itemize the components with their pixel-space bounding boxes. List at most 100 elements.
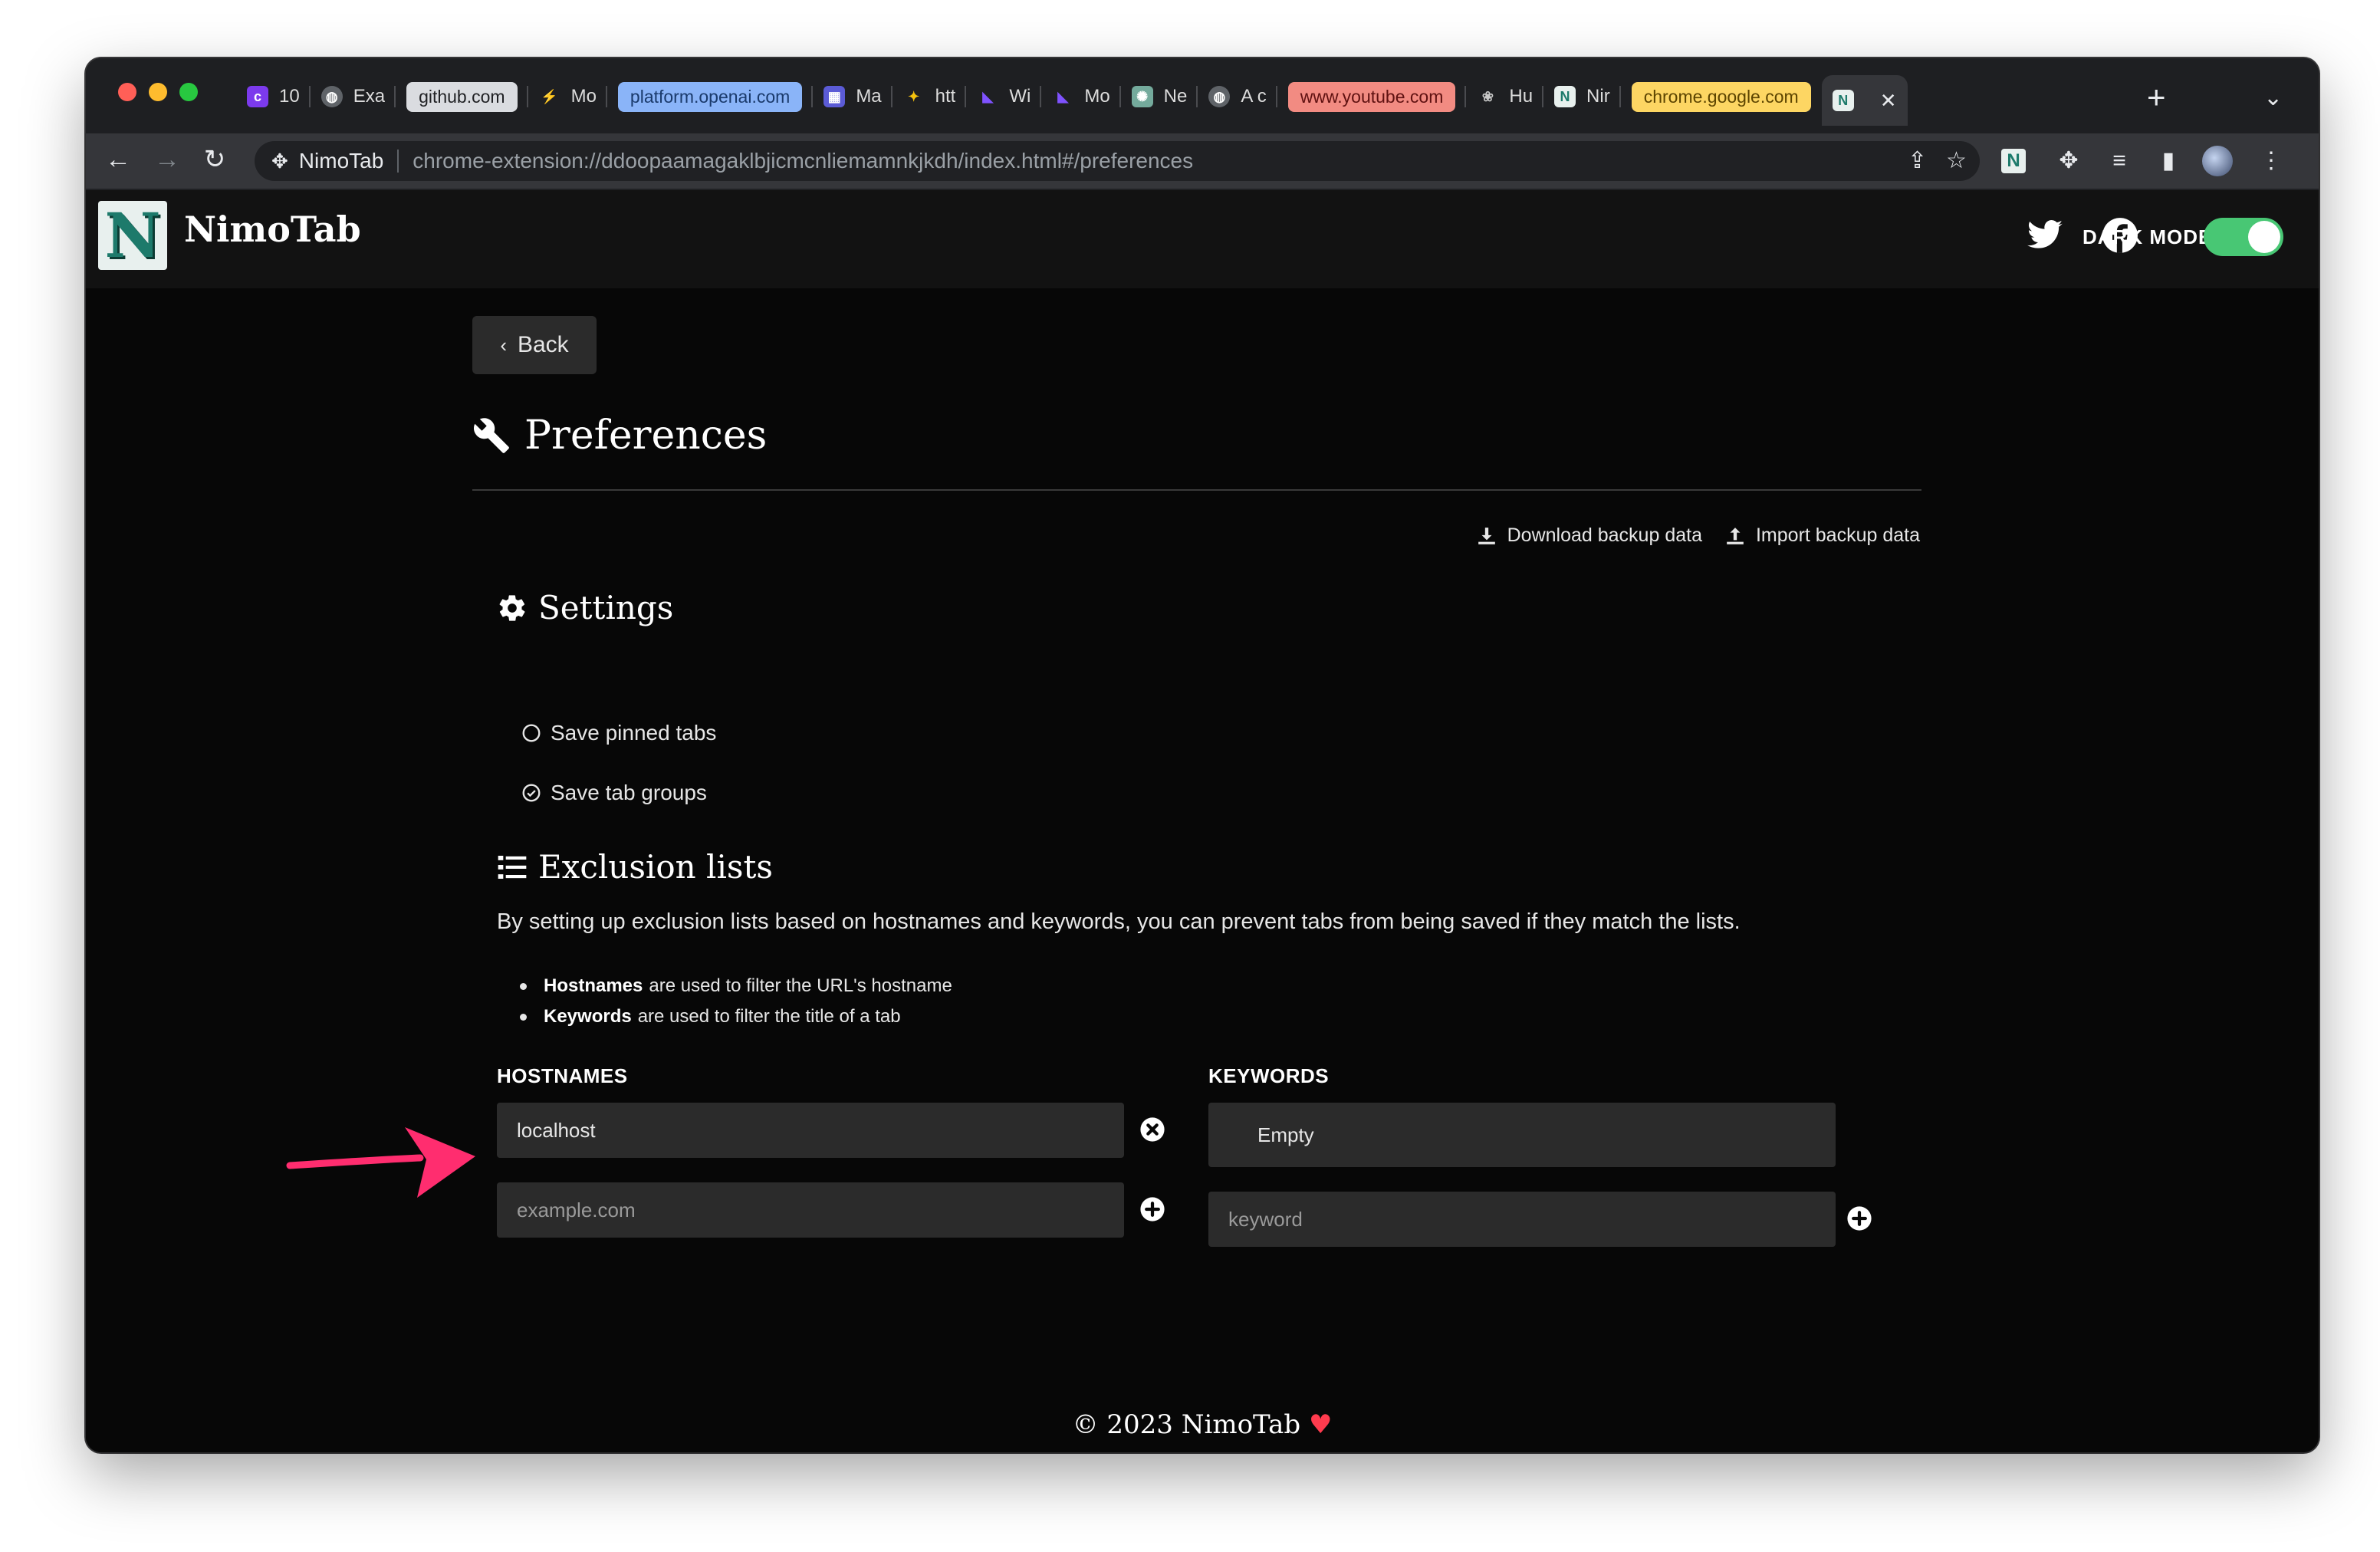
tab-label: 10 — [279, 86, 300, 107]
more-menu-icon[interactable]: ⋮ — [2256, 146, 2286, 176]
tab-group-label: chrome.google.com — [1631, 81, 1811, 112]
tab-label: Ne — [1163, 86, 1188, 107]
option-label: Save tab groups — [551, 781, 707, 804]
tab-list: c 10 ◍ Exa github.com ⚡ Mo platform.openai.… — [236, 75, 1908, 126]
minimize-window-button[interactable] — [149, 83, 167, 101]
list-item: Keywords are used to filter the title of … — [497, 1001, 952, 1032]
save-tab-groups-option[interactable]: Save tab groups — [521, 781, 707, 805]
kotlin-icon: ◣ — [982, 88, 994, 104]
add-keyword-icon[interactable] — [1846, 1205, 1872, 1231]
active-tab[interactable]: N ✕ — [1821, 75, 1908, 126]
tab-close-icon[interactable]: ✕ — [1880, 89, 1897, 113]
tab-label: htt — [935, 86, 956, 107]
hostname-input-field[interactable] — [497, 1182, 1124, 1238]
toggle-knob — [2248, 221, 2280, 253]
heart-icon: ♥ — [1308, 1409, 1333, 1440]
url-text: chrome-extension://ddoopaamagaklbjicmcnl… — [413, 149, 1194, 173]
address-bar[interactable]: ✥ NimoTab chrome-extension://ddoopaamaga… — [255, 141, 1980, 181]
tab-label: Mo — [570, 86, 597, 107]
browser-tab[interactable]: ⚡ Mo — [528, 75, 607, 118]
keyword-input-field[interactable] — [1208, 1192, 1836, 1247]
tab-search-chevron-icon[interactable]: ⌄ — [2263, 84, 2283, 111]
import-backup-link[interactable]: Import backup data — [1725, 524, 1920, 547]
bolt-icon: ⚡ — [541, 88, 558, 104]
tab-label: Ma — [856, 86, 882, 107]
exclusion-lists-title-text: Exclusion lists — [538, 848, 773, 886]
flower-icon: ❀ — [1481, 88, 1494, 104]
tab-group-label: www.youtube.com — [1287, 81, 1456, 112]
page-title-text: Preferences — [524, 413, 768, 459]
tab-label: Nir — [1586, 86, 1610, 107]
browser-tab[interactable]: ✺ Ne — [1121, 75, 1198, 118]
bullet-term: Keywords — [544, 1006, 632, 1027]
tab-label: A c — [1241, 86, 1267, 107]
sparkle-icon: ✦ — [908, 88, 920, 104]
star-icon[interactable]: ☆ — [1946, 147, 1967, 174]
extension-puzzle-icon: ✥ — [271, 149, 288, 173]
tab-group-chip[interactable]: chrome.google.com — [1621, 75, 1822, 118]
twitter-icon[interactable] — [2026, 216, 2064, 255]
new-tab-button[interactable]: + — [2147, 81, 2166, 113]
tab-group-label: platform.openai.com — [617, 81, 803, 112]
browser-window: c 10 ◍ Exa github.com ⚡ Mo platform.openai.… — [86, 58, 2319, 1452]
nimotab-icon: N — [1554, 86, 1576, 107]
tab-strip: c 10 ◍ Exa github.com ⚡ Mo platform.openai.… — [86, 58, 2319, 133]
hostname-input[interactable] — [497, 1182, 1124, 1238]
tab-label: Exa — [353, 86, 386, 107]
bullet-text: are used to filter the title of a tab — [637, 1006, 901, 1027]
browser-tab[interactable]: c 10 — [236, 75, 311, 118]
tab-label: Hu — [1509, 86, 1534, 107]
empty-label: Empty — [1257, 1123, 1314, 1146]
bullet-text: are used to filter the URL's hostname — [649, 975, 952, 996]
profile-avatar[interactable] — [2202, 146, 2233, 176]
tab-group-label: github.com — [406, 81, 518, 112]
kotlin-icon: ◣ — [1057, 88, 1069, 104]
settings-title-text: Settings — [538, 589, 674, 626]
page-title: Preferences — [472, 413, 767, 459]
grid-icon: ▦ — [823, 86, 846, 107]
back-arrow-icon[interactable]: ← — [103, 144, 133, 175]
dark-mode-toggle[interactable] — [2204, 218, 2283, 256]
extensions-puzzle-icon[interactable]: ✥ — [2053, 146, 2084, 176]
empty-circle-icon — [522, 724, 541, 742]
add-hostname-icon[interactable] — [1139, 1196, 1165, 1222]
download-backup-link[interactable]: Download backup data — [1477, 524, 1702, 547]
media-queue-icon[interactable]: ≡ — [2104, 146, 2135, 176]
reload-icon[interactable]: ↻ — [199, 144, 230, 175]
site-name: NimoTab — [298, 149, 384, 173]
save-pinned-tabs-option[interactable]: Save pinned tabs — [521, 721, 716, 745]
logo-letter: N — [104, 199, 161, 271]
share-icon[interactable]: ⇪ — [1908, 147, 1927, 174]
hostname-value: localhost — [517, 1118, 596, 1142]
annotation-arrow-icon — [286, 1127, 475, 1198]
browser-tab[interactable]: N Nir — [1543, 75, 1621, 118]
browser-tab[interactable]: ◍ Exa — [311, 75, 396, 118]
browser-tab[interactable]: ◣ Wi — [966, 75, 1042, 118]
tab-group-chip[interactable]: www.youtube.com — [1277, 75, 1467, 118]
browser-tab[interactable]: ✦ htt — [893, 75, 967, 118]
openai-icon: ✺ — [1131, 86, 1153, 107]
tab-group-chip[interactable]: github.com — [396, 75, 528, 118]
nimotab-logo: N — [98, 201, 167, 270]
backup-actions: Download backup data Import backup data — [1454, 524, 1920, 547]
browser-tab[interactable]: ❀ Hu — [1466, 75, 1544, 118]
keywords-label: KEYWORDS — [1208, 1064, 1330, 1087]
maximize-window-button[interactable] — [179, 83, 198, 101]
browser-tab[interactable]: ◣ Mo — [1041, 75, 1121, 118]
title-divider — [472, 489, 1921, 491]
keyword-input[interactable] — [1208, 1192, 1836, 1247]
forward-arrow-icon[interactable]: → — [152, 144, 182, 175]
browser-tab[interactable]: ◍ A c — [1198, 75, 1277, 118]
side-panel-icon[interactable]: ▮ — [2153, 146, 2184, 176]
dark-mode-label: DARK MODE — [2082, 225, 2213, 248]
check-circle-icon — [522, 784, 541, 802]
nimotab-icon: N — [1832, 90, 1854, 111]
close-window-button[interactable] — [118, 83, 136, 101]
gear-icon — [499, 594, 525, 621]
remove-hostname-icon[interactable] — [1139, 1116, 1165, 1143]
browser-tab[interactable]: ▦ Ma — [813, 75, 893, 118]
tab-group-chip[interactable]: platform.openai.com — [607, 75, 814, 118]
back-button[interactable]: ‹ Back — [472, 316, 597, 374]
app-name: NimoTab — [184, 209, 361, 250]
nimotab-extension-icon[interactable]: N — [2001, 149, 2026, 173]
